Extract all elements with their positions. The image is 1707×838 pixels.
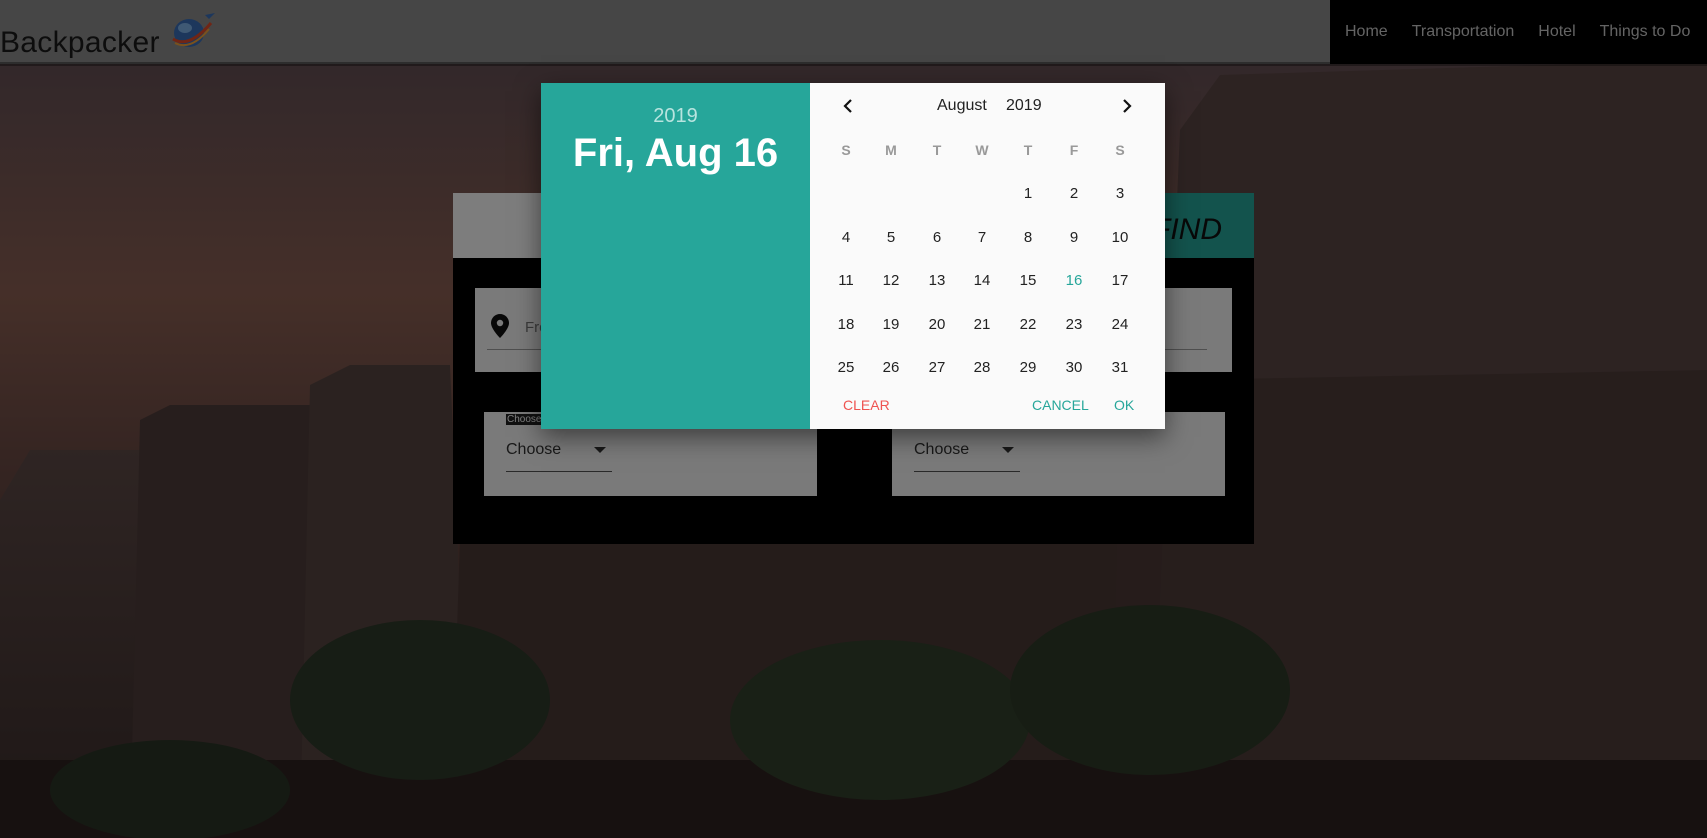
calendar-day[interactable]: 8 <box>1008 229 1048 246</box>
calendar-day[interactable]: 18 <box>826 316 866 333</box>
weekday-label: M <box>885 142 897 158</box>
selected-year[interactable]: 2019 <box>541 105 810 128</box>
weekday-label: T <box>1023 142 1033 158</box>
calendar-day[interactable]: 13 <box>917 272 957 289</box>
calendar-day[interactable]: 20 <box>917 316 957 333</box>
weekday-label: W <box>975 142 989 158</box>
clear-button[interactable]: CLEAR <box>843 397 890 413</box>
calendar-day[interactable]: 4 <box>826 229 866 246</box>
calendar-day[interactable]: 26 <box>871 359 911 376</box>
calendar-day[interactable]: 9 <box>1054 229 1094 246</box>
calendar-day[interactable]: 15 <box>1008 272 1048 289</box>
calendar-day[interactable]: 16 <box>1054 272 1094 289</box>
calendar-day[interactable]: 29 <box>1008 359 1048 376</box>
weekday-label: T <box>932 142 942 158</box>
chevron-right-icon[interactable] <box>1115 94 1139 118</box>
year-label[interactable]: 2019 <box>1006 97 1042 115</box>
datepicker-dialog: 2019 Fri, Aug 16 August 2019 SMTWTFS 123… <box>541 83 1165 429</box>
calendar-day[interactable]: 28 <box>962 359 1002 376</box>
calendar-day[interactable]: 24 <box>1100 316 1140 333</box>
calendar-day[interactable]: 11 <box>826 272 866 289</box>
calendar-day[interactable]: 27 <box>917 359 957 376</box>
calendar-day[interactable]: 23 <box>1054 316 1094 333</box>
calendar-day[interactable]: 22 <box>1008 316 1048 333</box>
calendar-day[interactable]: 30 <box>1054 359 1094 376</box>
ok-button[interactable]: OK <box>1114 397 1134 413</box>
cancel-button[interactable]: CANCEL <box>1032 397 1089 413</box>
weekday-label: S <box>841 142 851 158</box>
selected-date: Fri, Aug 16 <box>572 131 779 175</box>
calendar-day[interactable]: 14 <box>962 272 1002 289</box>
chevron-left-icon[interactable] <box>836 94 860 118</box>
calendar-day[interactable]: 3 <box>1100 185 1140 202</box>
datepicker-header: 2019 Fri, Aug 16 <box>541 83 810 429</box>
calendar-day[interactable]: 10 <box>1100 229 1140 246</box>
calendar-day[interactable]: 17 <box>1100 272 1140 289</box>
calendar-day[interactable]: 21 <box>962 316 1002 333</box>
calendar: August 2019 SMTWTFS 1 2 3 4 5 6 7 8 9 10 11 12 13 14 1… <box>810 83 1165 429</box>
month-label[interactable]: August <box>937 97 987 115</box>
calendar-day[interactable]: 2 <box>1054 185 1094 202</box>
weekday-label: S <box>1115 142 1125 158</box>
weekday-label: F <box>1069 142 1079 158</box>
calendar-day[interactable]: 1 <box>1008 185 1048 202</box>
calendar-day[interactable]: 7 <box>962 229 1002 246</box>
calendar-day[interactable]: 6 <box>917 229 957 246</box>
calendar-day[interactable]: 31 <box>1100 359 1140 376</box>
calendar-day[interactable]: 19 <box>871 316 911 333</box>
calendar-day[interactable]: 12 <box>871 272 911 289</box>
calendar-day[interactable]: 25 <box>826 359 866 376</box>
calendar-day[interactable]: 5 <box>871 229 911 246</box>
